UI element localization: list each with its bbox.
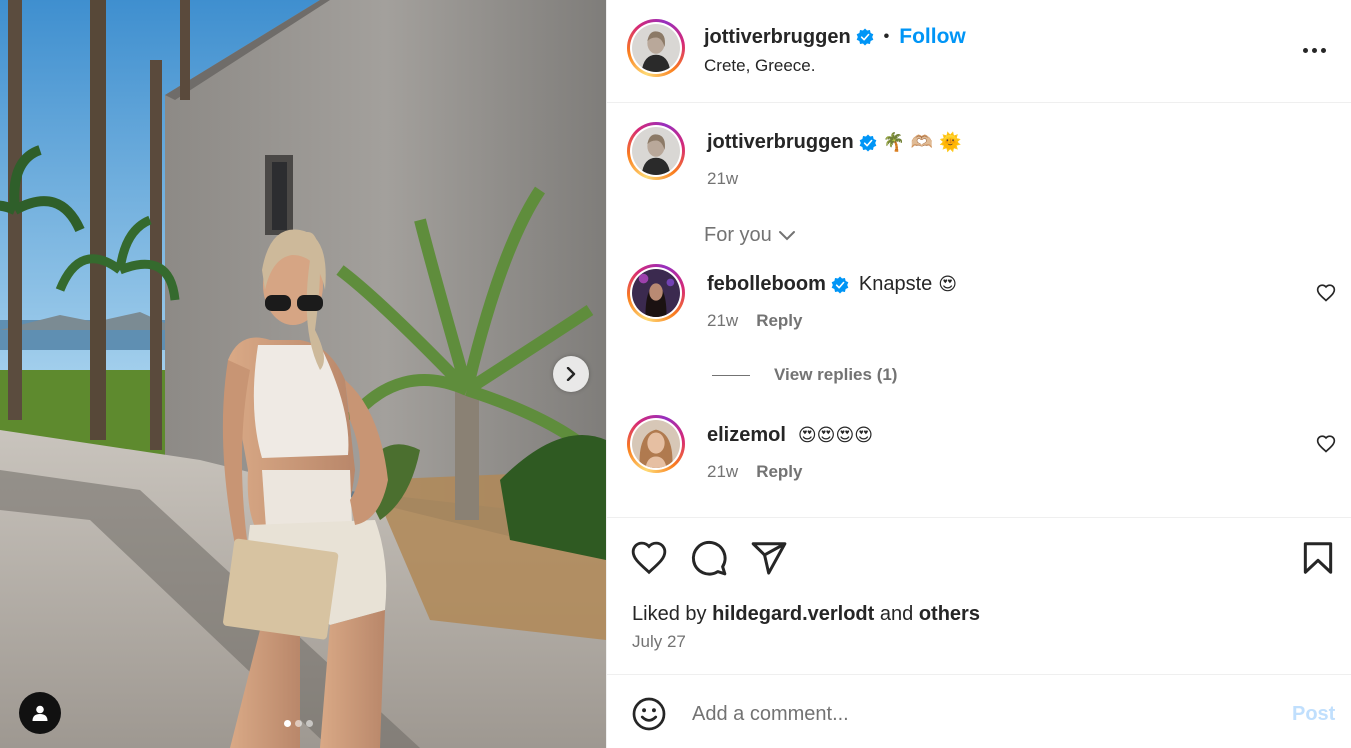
post-actions: Liked by hildegard.verlodt and others Ju… (607, 517, 1351, 674)
caption-emojis: 🌴 🫶🏼 🌞 (882, 132, 962, 153)
verified-badge-icon (859, 133, 876, 152)
reply-button[interactable]: Reply (756, 462, 802, 482)
replies-divider (712, 374, 750, 376)
commenter-avatar[interactable] (627, 415, 685, 473)
like-comment-heart-icon[interactable] (1316, 434, 1336, 454)
comment-time[interactable]: 21w (707, 462, 738, 482)
add-comment-bar: Post (607, 674, 1351, 748)
commenter-username[interactable]: elizemol (707, 424, 786, 447)
tagged-users-button[interactable] (19, 692, 61, 734)
carousel-next-button[interactable] (553, 356, 589, 392)
like-comment-heart-icon[interactable] (1316, 283, 1336, 303)
carousel-dot-1 (284, 720, 291, 727)
user-tag-icon (32, 705, 48, 721)
heart-icon[interactable] (630, 539, 668, 577)
likes-prefix: Liked by (632, 603, 707, 625)
comment-icon[interactable] (690, 539, 728, 577)
caption-time[interactable]: 21w (707, 169, 738, 189)
follow-button[interactable]: Follow (899, 25, 966, 49)
bookmark-icon[interactable] (1299, 539, 1337, 577)
header-separator: • (883, 28, 890, 45)
liked-by-user[interactable]: hildegard.verlodt (712, 603, 874, 625)
post-comment-button[interactable]: Post (1292, 703, 1335, 726)
comments-section[interactable]: jottiverbruggen 🌴 🫶🏼 🌞 21w For you febol… (607, 103, 1351, 517)
comment-input[interactable] (692, 698, 1252, 730)
carousel-dot-3 (306, 720, 313, 727)
author-username[interactable]: jottiverbruggen (704, 26, 851, 49)
post-date[interactable]: July 27 (632, 632, 686, 652)
view-replies-button[interactable]: View replies (1) (712, 365, 897, 385)
post-side-panel: jottiverbruggen • Follow Crete, Greece. (606, 0, 1351, 748)
share-icon[interactable] (750, 539, 788, 577)
liked-by-others[interactable]: others (919, 603, 980, 625)
profile-photo (632, 269, 680, 317)
commenter-avatar[interactable] (627, 264, 685, 322)
post-photo (0, 0, 606, 748)
comment-text: Knapste (858, 273, 933, 295)
chevron-right-icon (566, 367, 576, 381)
caption-author-avatar[interactable] (627, 122, 685, 180)
comments-filter-label: For you (704, 224, 772, 246)
carousel-dot-2 (295, 720, 302, 727)
more-horizontal-icon (1302, 47, 1308, 53)
author-avatar[interactable] (627, 19, 685, 77)
caption-username[interactable]: jottiverbruggen (707, 131, 854, 154)
profile-photo (632, 24, 680, 72)
post-header: jottiverbruggen • Follow Crete, Greece. (607, 0, 1351, 103)
chevron-down-icon (778, 230, 795, 240)
comment-emojis: 😍 (938, 274, 958, 295)
post-location[interactable]: Crete, Greece. (704, 56, 816, 76)
reply-button[interactable]: Reply (756, 311, 802, 331)
likes-summary: Liked by hildegard.verlodt and others (632, 603, 980, 626)
profile-photo (632, 127, 680, 175)
post-media[interactable] (0, 0, 606, 748)
smiley-icon[interactable] (631, 696, 667, 732)
view-replies-label: View replies (1) (774, 365, 898, 384)
commenter-username[interactable]: febolleboom (707, 273, 826, 296)
comment-emojis: 😍😍😍😍 (797, 425, 873, 446)
comments-filter-dropdown[interactable]: For you (704, 224, 796, 247)
profile-photo (632, 420, 680, 468)
carousel-indicator (284, 720, 313, 727)
likes-conjunction: and (879, 603, 914, 625)
more-options-button[interactable] (1300, 38, 1328, 62)
comment-time[interactable]: 21w (707, 311, 738, 331)
verified-badge-icon (856, 28, 873, 46)
verified-badge-icon (831, 275, 849, 294)
